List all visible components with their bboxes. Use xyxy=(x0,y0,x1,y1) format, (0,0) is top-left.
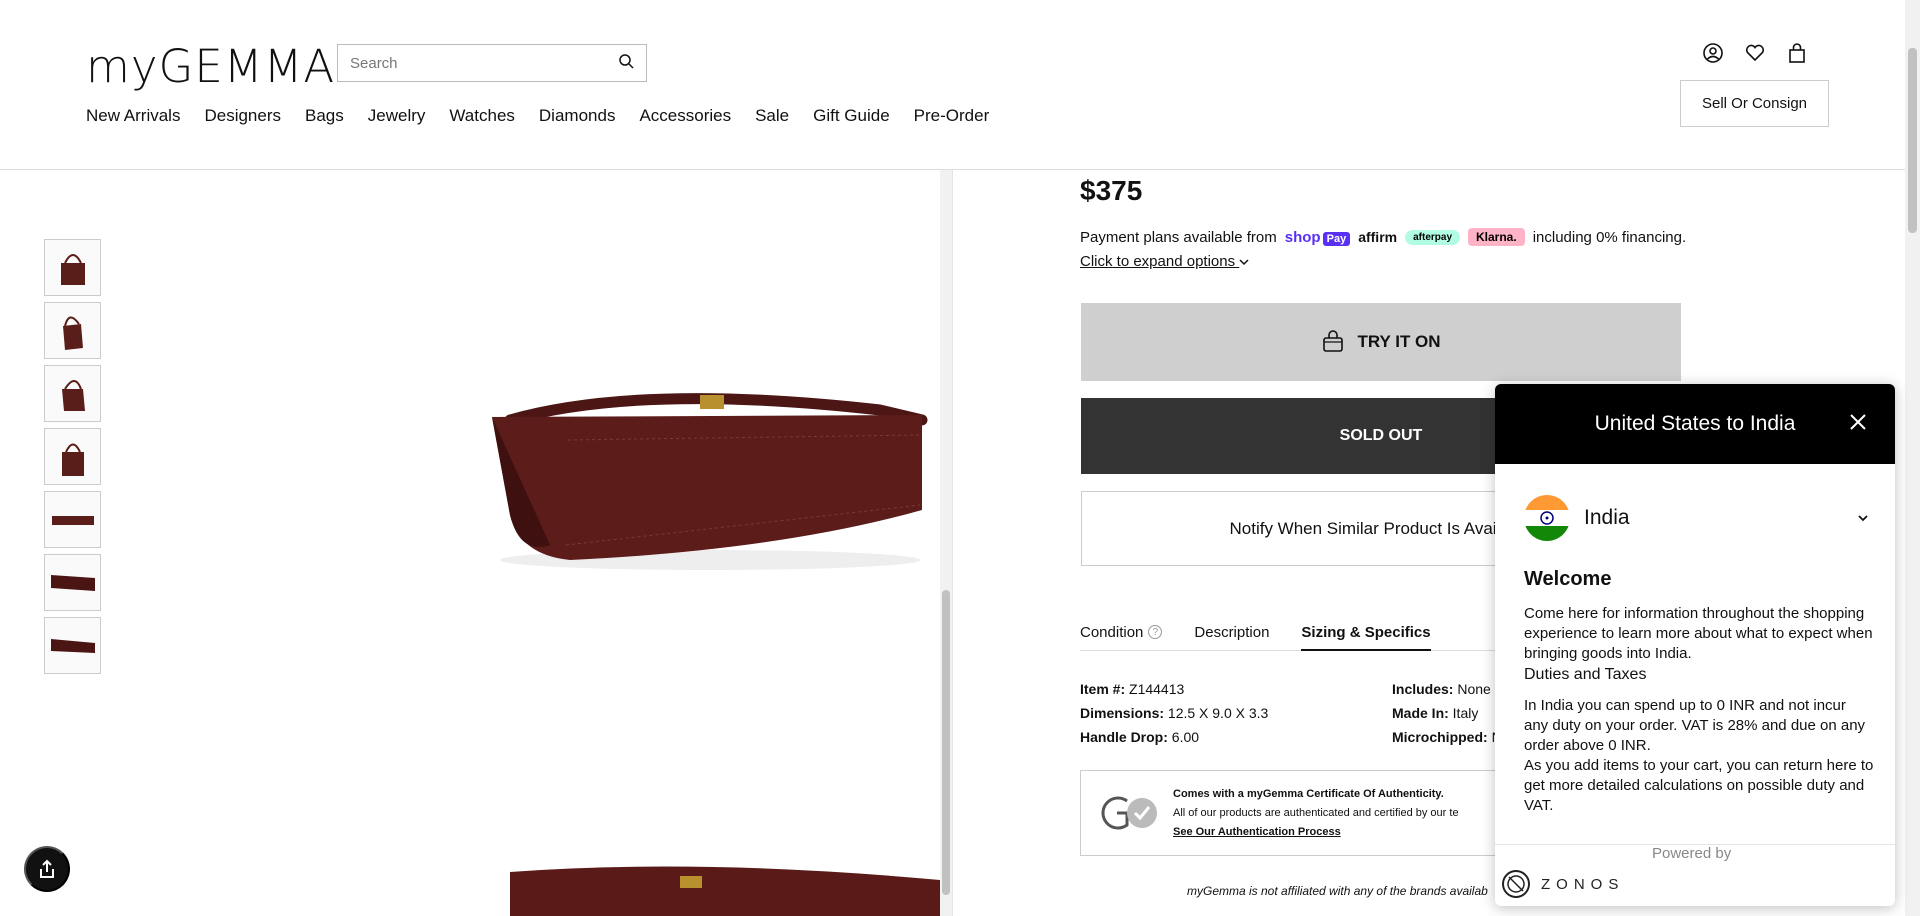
spec-made-in: Made In: Italy xyxy=(1392,705,1479,721)
product-price: $375 xyxy=(1080,175,1143,206)
expand-options-link[interactable]: Click to expand options xyxy=(1080,253,1249,270)
page-scrollbar[interactable] xyxy=(1905,0,1920,916)
thumbnail-6[interactable] xyxy=(44,554,101,611)
search-input[interactable] xyxy=(350,54,618,72)
close-button[interactable] xyxy=(1843,408,1873,438)
spec-includes: Includes: None xyxy=(1392,681,1491,697)
chevron-down-icon xyxy=(1858,515,1868,522)
modal-header: United States to India xyxy=(1495,384,1895,464)
brand-disclaimer: myGemma is not affiliated with any of th… xyxy=(1187,884,1488,898)
certificate-check-icon xyxy=(1101,796,1157,830)
modal-footer: Powered by ZONOS xyxy=(1495,844,1895,906)
klarna-logo: Klarna. xyxy=(1468,228,1525,246)
duties-text: In India you can spend up to 0 INR and n… xyxy=(1524,697,1874,814)
share-icon xyxy=(40,859,54,878)
thumbnail-2[interactable] xyxy=(44,302,101,359)
page: myGEMMA New Arrivals Designers Bags Jewe… xyxy=(0,0,1920,916)
nav-designers[interactable]: Designers xyxy=(204,106,281,126)
nav-diamonds[interactable]: Diamonds xyxy=(539,106,616,126)
nav-gift-guide[interactable]: Gift Guide xyxy=(813,106,890,126)
tab-sizing-specifics[interactable]: Sizing & Specifics xyxy=(1301,624,1431,651)
duties-heading: Duties and Taxes xyxy=(1524,666,1647,683)
india-flag-icon xyxy=(1524,495,1570,541)
specs-right: Includes: None Made In: Italy Microchipp… xyxy=(1392,677,1502,749)
site-logo[interactable]: myGEMMA xyxy=(86,40,335,93)
country-selector[interactable]: India xyxy=(1524,494,1869,542)
specs-left: Item #: Z144413 Dimensions: 12.5 X 9.0 X… xyxy=(1080,677,1268,749)
account-icon[interactable] xyxy=(1702,42,1724,64)
close-icon xyxy=(1850,413,1866,430)
main-nav: New Arrivals Designers Bags Jewelry Watc… xyxy=(86,106,989,126)
afterpay-logo: afterpay xyxy=(1405,229,1460,245)
product-image-secondary[interactable] xyxy=(500,860,940,916)
page-scrollbar-thumb[interactable] xyxy=(1908,48,1917,233)
shop-pay-logo: shop Pay xyxy=(1285,229,1351,246)
header-icons xyxy=(1702,42,1808,64)
spec-item-number: Item #: Z144413 xyxy=(1080,681,1185,697)
nav-jewelry[interactable]: Jewelry xyxy=(368,106,426,126)
thumbnail-list xyxy=(44,239,101,674)
tab-condition[interactable]: Condition? xyxy=(1080,624,1163,651)
nav-watches[interactable]: Watches xyxy=(449,106,515,126)
nav-bags[interactable]: Bags xyxy=(305,106,344,126)
welcome-heading: Welcome xyxy=(1524,568,1612,590)
thumbnail-3[interactable] xyxy=(44,365,101,422)
spec-handle-drop: Handle Drop: 6.00 xyxy=(1080,729,1200,745)
certificate-title: Comes with a myGemma Certificate Of Auth… xyxy=(1173,787,1444,800)
payment-plans-suffix: including 0% financing. xyxy=(1532,228,1687,246)
nav-new-arrivals[interactable]: New Arrivals xyxy=(86,106,180,126)
zonos-logo[interactable]: ZONOS xyxy=(1501,869,1624,899)
spec-dimensions: Dimensions: 12.5 X 9.0 X 3.3 xyxy=(1080,705,1269,721)
thumbnail-1[interactable] xyxy=(44,239,101,296)
chevron-down-icon xyxy=(1239,259,1249,266)
tab-description[interactable]: Description xyxy=(1194,624,1269,651)
nav-pre-order[interactable]: Pre-Order xyxy=(914,106,990,126)
sell-or-consign-button[interactable]: Sell Or Consign xyxy=(1680,80,1829,127)
help-icon[interactable]: ? xyxy=(1148,625,1163,639)
wishlist-heart-icon[interactable] xyxy=(1744,42,1766,64)
share-button[interactable] xyxy=(24,846,70,892)
thumbnail-4[interactable] xyxy=(44,428,101,485)
nav-accessories[interactable]: Accessories xyxy=(639,106,731,126)
certificate-text: Comes with a myGemma Certificate Of Auth… xyxy=(1173,785,1459,842)
welcome-text: Come here for information throughout the… xyxy=(1524,605,1873,662)
cart-bag-icon[interactable] xyxy=(1786,42,1808,64)
spec-microchipped: Microchipped: N xyxy=(1392,729,1502,745)
authentication-process-link[interactable]: See Our Authentication Process xyxy=(1173,823,1459,842)
product-image-main[interactable] xyxy=(480,385,930,580)
thumbnail-5[interactable] xyxy=(44,491,101,548)
nav-sale[interactable]: Sale xyxy=(755,106,789,126)
country-name: India xyxy=(1584,506,1630,529)
try-it-on-button[interactable]: TRY IT ON xyxy=(1081,303,1681,381)
thumbnail-7[interactable] xyxy=(44,617,101,674)
zonos-welcome-modal: United States to India India Welcome Com… xyxy=(1495,384,1895,906)
search-icon[interactable] xyxy=(618,53,634,74)
payment-plans: Payment plans available from shop Pay aff… xyxy=(1080,228,1686,246)
site-header: myGEMMA New Arrivals Designers Bags Jewe… xyxy=(0,0,1905,170)
zonos-logo-icon xyxy=(1502,870,1530,898)
payment-plans-prefix: Payment plans available from xyxy=(1080,228,1277,246)
bag-outline-icon xyxy=(1323,330,1344,352)
search-box xyxy=(337,44,647,82)
column-divider xyxy=(952,170,953,916)
gallery-scrollbar[interactable] xyxy=(940,170,952,916)
certificate-description: All of our products are authenticated an… xyxy=(1173,806,1459,819)
gallery-scrollbar-thumb[interactable] xyxy=(942,590,950,895)
powered-by-label: Powered by xyxy=(1652,845,1732,862)
affirm-logo: affirm xyxy=(1358,229,1398,245)
modal-title: United States to India xyxy=(1594,412,1796,435)
